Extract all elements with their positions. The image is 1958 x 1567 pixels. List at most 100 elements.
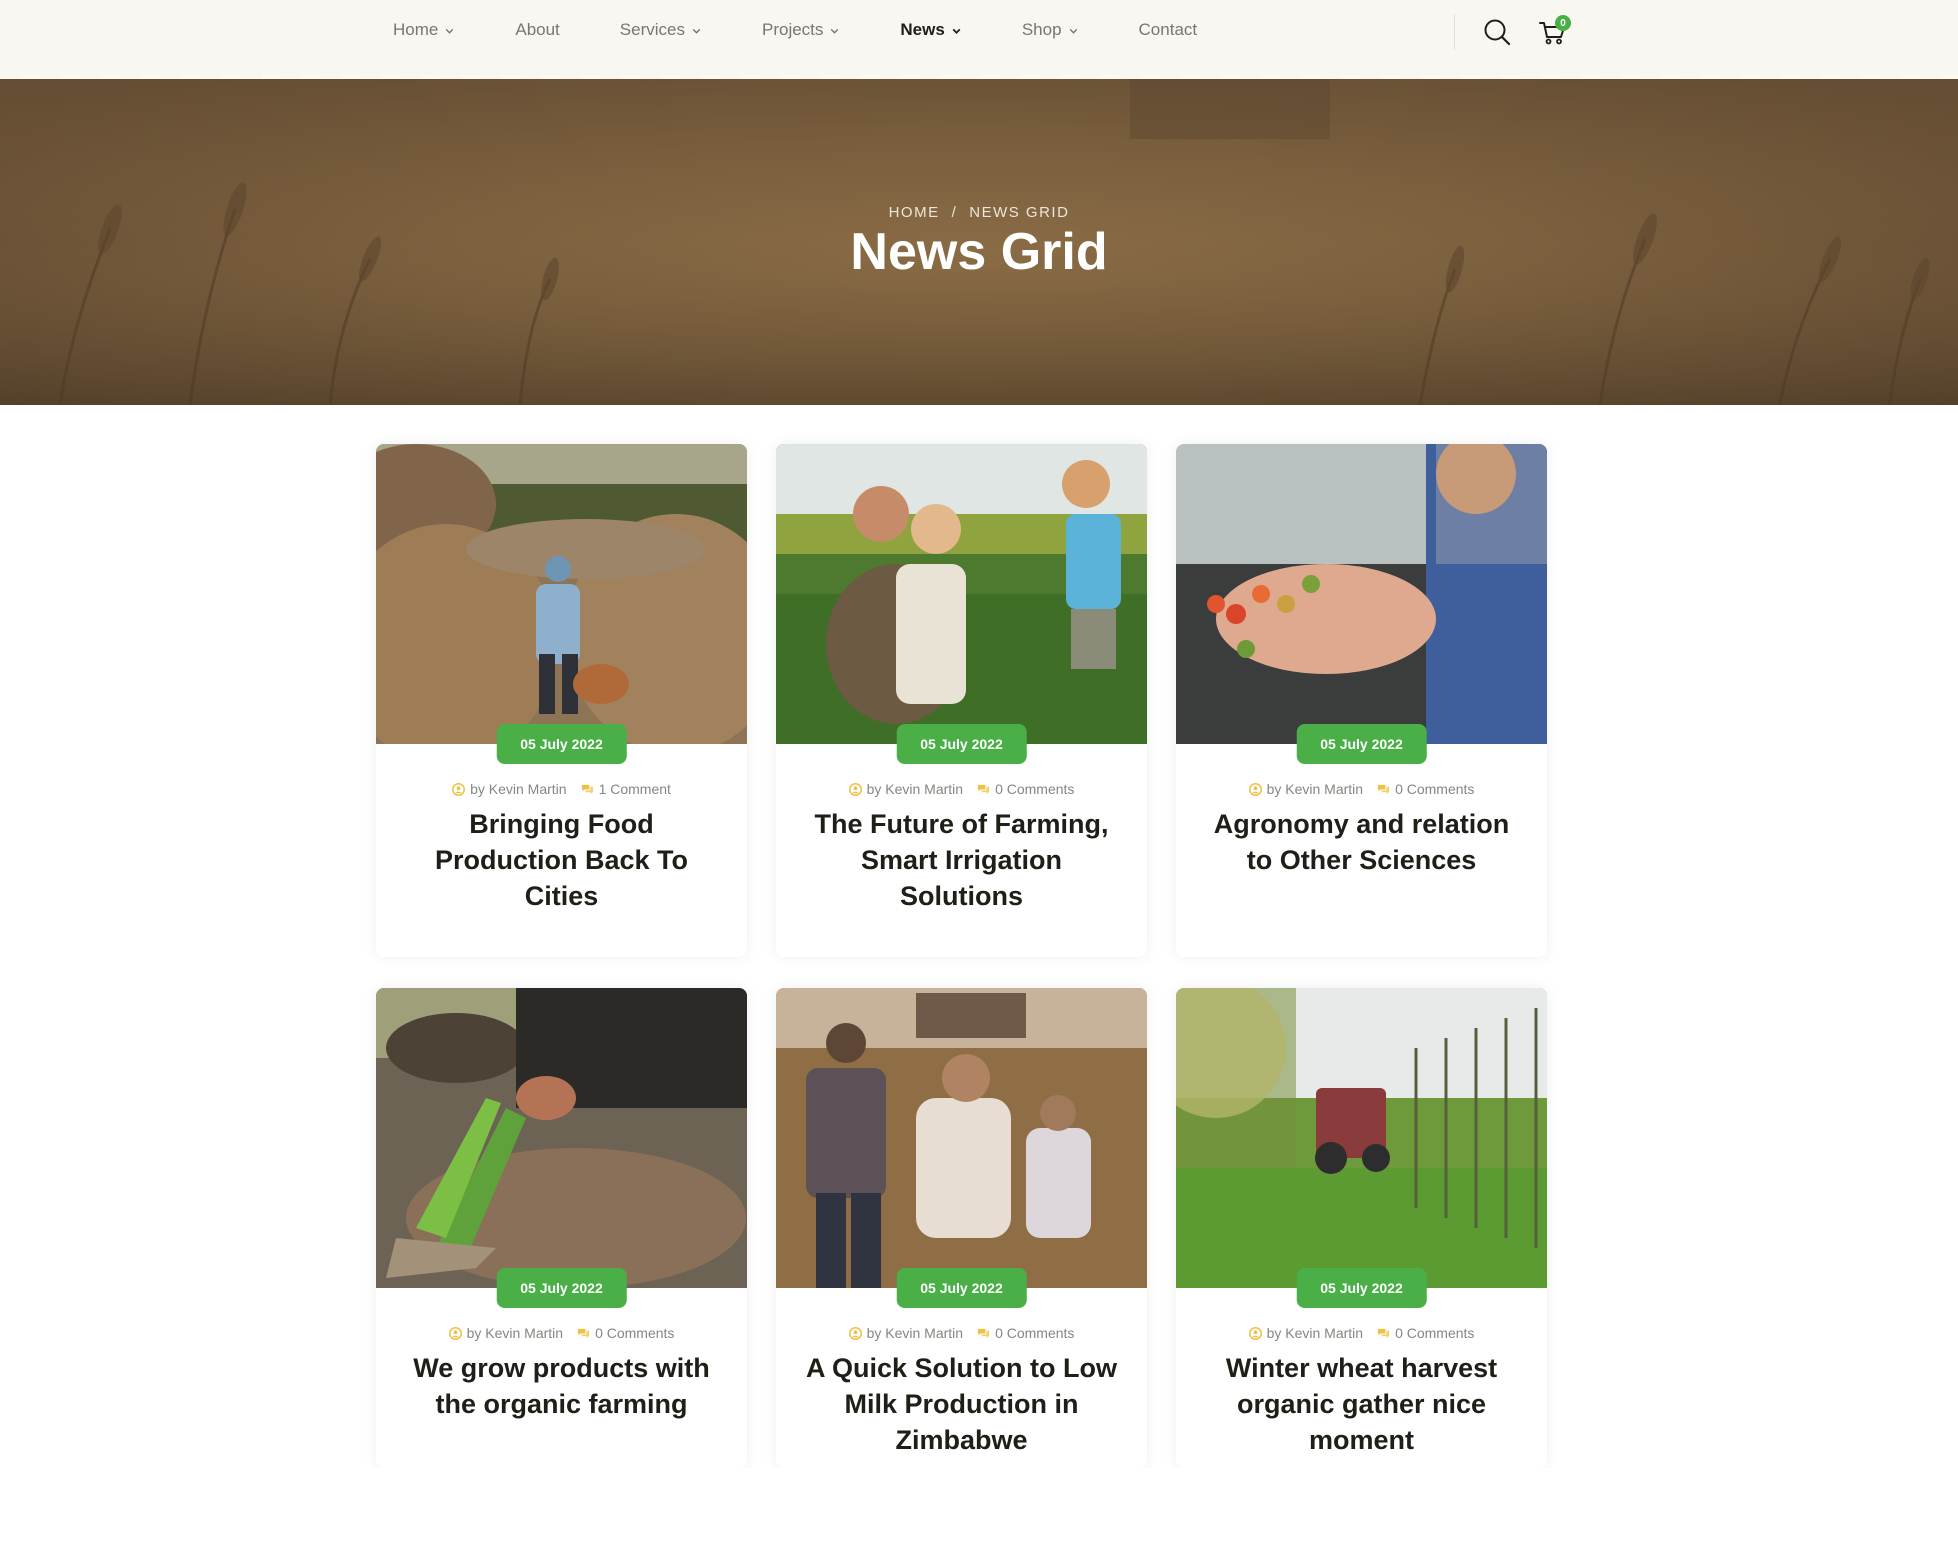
- nav-item-shop[interactable]: Shop: [1022, 20, 1079, 40]
- news-card-image[interactable]: [376, 988, 747, 1288]
- post-title[interactable]: The Future of Farming, Smart Irrigation …: [806, 806, 1117, 914]
- nav-item-contact[interactable]: Contact: [1139, 20, 1198, 40]
- date-badge[interactable]: 05 July 2022: [896, 1268, 1027, 1308]
- news-card: 05 July 2022 by Kevin Martin 0 Comments …: [1176, 988, 1547, 1468]
- nav-item-about[interactable]: About: [515, 20, 559, 40]
- post-title[interactable]: Winter wheat harvest organic gather nice…: [1206, 1350, 1517, 1458]
- news-card: 05 July 2022 by Kevin Martin 0 Comments …: [776, 988, 1147, 1468]
- post-comments[interactable]: 0 Comments: [1377, 781, 1474, 797]
- user-circle-icon: [848, 782, 862, 796]
- post-author[interactable]: by Kevin Martin: [1248, 781, 1364, 797]
- nav-item-services[interactable]: Services: [620, 20, 702, 40]
- breadcrumb-separator: /: [951, 204, 958, 221]
- chevron-down-icon: [952, 28, 961, 34]
- post-author-text: by Kevin Martin: [1266, 781, 1364, 797]
- post-comments[interactable]: 0 Comments: [1377, 1325, 1474, 1341]
- post-comments[interactable]: 1 Comment: [581, 781, 671, 797]
- chevron-down-icon: [1069, 28, 1077, 34]
- date-badge[interactable]: 05 July 2022: [496, 1268, 627, 1308]
- post-comments-text: 0 Comments: [1395, 781, 1475, 797]
- post-author-text: by Kevin Martin: [1266, 1325, 1364, 1341]
- post-meta: by Kevin Martin 1 Comment: [376, 781, 747, 797]
- page-hero: Home / News Grid News Grid: [0, 79, 1958, 405]
- breadcrumb-home-link[interactable]: Home: [889, 204, 940, 221]
- chevron-down-icon: [692, 28, 701, 34]
- comments-icon: [1377, 1328, 1390, 1338]
- post-author[interactable]: by Kevin Martin: [848, 1325, 964, 1341]
- news-card: 05 July 2022 by Kevin Martin 0 Comments …: [376, 988, 747, 1468]
- post-title[interactable]: Agronomy and relation to Other Sciences: [1206, 806, 1517, 878]
- nav-item-label: About: [515, 20, 560, 39]
- chevron-down-icon: [831, 28, 839, 34]
- nav-item-label: Contact: [1138, 20, 1198, 39]
- page-title: News Grid: [850, 223, 1108, 281]
- post-author-text: by Kevin Martin: [866, 781, 964, 797]
- news-card-image[interactable]: [776, 988, 1147, 1288]
- comments-icon: [1377, 784, 1390, 794]
- user-circle-icon: [1248, 1326, 1262, 1340]
- user-circle-icon: [452, 782, 466, 796]
- rice-seedlings-photo: [376, 988, 747, 1288]
- nav-item-news[interactable]: News: [900, 20, 961, 40]
- comments-icon: [977, 784, 990, 794]
- site-header: Home About Services Projects News Shop C…: [0, 0, 1958, 83]
- nav-item-home[interactable]: Home: [393, 20, 455, 40]
- search-icon[interactable]: [1481, 16, 1513, 48]
- nav-item-label: Home: [393, 20, 439, 39]
- post-comments-text: 0 Comments: [595, 1325, 675, 1341]
- comments-icon: [577, 1328, 590, 1338]
- family-walking-field-photo: [776, 988, 1147, 1288]
- post-comments-text: 1 Comment: [598, 781, 671, 797]
- post-author[interactable]: by Kevin Martin: [448, 1325, 564, 1341]
- post-meta: by Kevin Martin 0 Comments: [776, 781, 1147, 797]
- tomatoes-hand-photo: [1176, 444, 1547, 744]
- post-comments-text: 0 Comments: [995, 1325, 1075, 1341]
- news-card: 05 July 2022 by Kevin Martin 0 Comments …: [1176, 444, 1547, 957]
- comments-icon: [581, 784, 593, 794]
- nav-divider: [1454, 14, 1455, 50]
- post-comments-text: 0 Comments: [1395, 1325, 1475, 1341]
- user-circle-icon: [1248, 782, 1262, 796]
- news-card-image[interactable]: [776, 444, 1147, 744]
- breadcrumb: Home / News Grid: [0, 204, 1958, 221]
- orchard-tractor-photo: [1176, 988, 1547, 1288]
- post-meta: by Kevin Martin 0 Comments: [376, 1325, 747, 1341]
- news-card-image[interactable]: [1176, 988, 1547, 1288]
- post-comments[interactable]: 0 Comments: [977, 1325, 1074, 1341]
- main-nav: Home About Services Projects News Shop C…: [393, 0, 1257, 60]
- post-comments-text: 0 Comments: [995, 781, 1075, 797]
- nav-item-label: Services: [619, 20, 685, 39]
- post-author-text: by Kevin Martin: [466, 1325, 564, 1341]
- comments-icon: [977, 1328, 990, 1338]
- post-meta: by Kevin Martin 0 Comments: [1176, 1325, 1547, 1341]
- date-badge[interactable]: 05 July 2022: [1296, 724, 1427, 764]
- post-comments[interactable]: 0 Comments: [977, 781, 1074, 797]
- news-card-image[interactable]: [1176, 444, 1547, 744]
- post-author[interactable]: by Kevin Martin: [452, 781, 567, 797]
- nav-item-label: Projects: [761, 20, 824, 39]
- breadcrumb-current: News Grid: [969, 204, 1070, 221]
- post-title[interactable]: A Quick Solution to Low Milk Production …: [806, 1350, 1117, 1458]
- chevron-down-icon: [446, 28, 454, 34]
- post-title[interactable]: Bringing Food Production Back To Cities: [406, 806, 717, 914]
- news-card-image[interactable]: [376, 444, 747, 744]
- post-author-text: by Kevin Martin: [866, 1325, 964, 1341]
- nav-item-projects[interactable]: Projects: [762, 20, 840, 40]
- post-meta: by Kevin Martin 0 Comments: [1176, 781, 1547, 797]
- user-circle-icon: [848, 1326, 862, 1340]
- post-author[interactable]: by Kevin Martin: [1248, 1325, 1364, 1341]
- user-circle-icon: [448, 1326, 462, 1340]
- news-card: 05 July 2022 by Kevin Martin 0 Comments …: [776, 444, 1147, 957]
- post-title[interactable]: We grow products with the organic farmin…: [406, 1350, 717, 1422]
- family-field-photo: [776, 444, 1147, 744]
- post-author[interactable]: by Kevin Martin: [848, 781, 964, 797]
- date-badge[interactable]: 05 July 2022: [896, 724, 1027, 764]
- cart-count-badge: 0: [1555, 15, 1571, 31]
- date-badge[interactable]: 05 July 2022: [496, 724, 627, 764]
- post-meta: by Kevin Martin 0 Comments: [776, 1325, 1147, 1341]
- post-comments[interactable]: 0 Comments: [577, 1325, 674, 1341]
- date-badge[interactable]: 05 July 2022: [1296, 1268, 1427, 1308]
- hay-bales-photo: [376, 444, 747, 744]
- page-bottom-area: [0, 1468, 1958, 1567]
- nav-item-label: Shop: [1021, 20, 1062, 39]
